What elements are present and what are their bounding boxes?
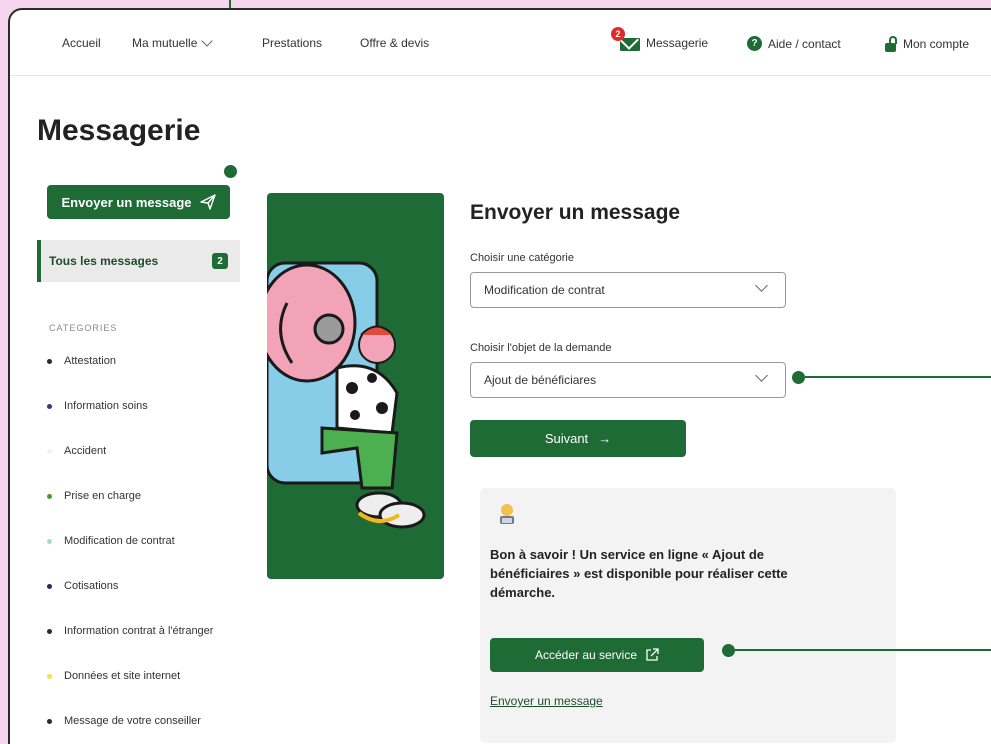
mail-icon: 2 [611, 27, 640, 51]
form-title: Envoyer un message [470, 201, 681, 224]
category-label: Modification de contrat [64, 535, 175, 547]
category-label: Attestation [64, 355, 116, 367]
category-label: Choisir une catégorie [470, 252, 574, 264]
nav-ma-mutuelle-label: Ma mutuelle [132, 36, 198, 50]
nav-offre-devis-label: Offre & devis [360, 36, 430, 50]
nav-accueil-label: Accueil [62, 36, 101, 50]
next-button[interactable]: Suivant → [470, 420, 686, 457]
nav-ma-mutuelle[interactable]: Ma mutuelle [132, 35, 214, 50]
category-item[interactable]: Message de votre conseiller [47, 715, 247, 744]
nav-prestations[interactable]: Prestations [262, 36, 322, 50]
categories-heading: CATEGORIES [49, 323, 118, 333]
annotation-marker [792, 371, 805, 384]
nav-mon-compte-label: Mon compte [903, 37, 970, 51]
nav-aide-contact[interactable]: ? Aide / contact [747, 36, 841, 51]
annotation-line [735, 649, 991, 651]
category-label: Accident [64, 445, 107, 457]
nav-offre-devis[interactable]: Offre & devis [360, 36, 429, 50]
category-dot-icon [47, 584, 52, 589]
category-dot-icon [47, 449, 52, 454]
send-message-link[interactable]: Envoyer un message [490, 694, 603, 708]
nav-messagerie-label: Messagerie [646, 36, 709, 50]
category-label: Cotisations [64, 580, 119, 592]
category-item[interactable]: Modification de contrat [47, 535, 247, 580]
category-select-value: Modification de contrat [484, 283, 605, 297]
help-icon: ? [747, 36, 762, 51]
info-card: Bon à savoir ! Un service en ligne « Ajo… [480, 488, 896, 743]
category-dot-icon [47, 674, 52, 679]
category-dot-icon [47, 719, 52, 724]
category-item[interactable]: Prise en charge [47, 490, 247, 535]
chevron-down-icon [755, 369, 768, 382]
category-dot-icon [47, 629, 52, 634]
category-dot-icon [47, 359, 52, 364]
annotation-marker [722, 644, 735, 657]
person-laptop-icon [500, 504, 514, 524]
annotation-line [805, 376, 991, 378]
sidebar: Envoyer un message Tous les messages 2 C… [37, 185, 240, 744]
category-item[interactable]: Information soins [47, 400, 247, 445]
nav-messagerie[interactable]: 2 Messagerie [611, 27, 709, 51]
illustration [267, 193, 444, 579]
nav-prestations-label: Prestations [262, 36, 323, 50]
category-label: Données et site internet [64, 670, 181, 682]
category-select[interactable]: Modification de contrat [470, 272, 786, 308]
category-item[interactable]: Cotisations [47, 580, 247, 625]
arrow-right-icon: → [598, 431, 612, 446]
access-service-button[interactable]: Accéder au service [490, 638, 704, 672]
category-dot-icon [47, 404, 52, 409]
unread-badge: 2 [611, 27, 625, 41]
message-form: Envoyer un message Choisir une catégorie… [470, 195, 810, 457]
category-item[interactable]: Données et site internet [47, 670, 247, 715]
category-label: Prise en charge [64, 490, 142, 502]
category-item[interactable]: Information contrat à l'étranger [47, 625, 247, 670]
external-link-icon [646, 648, 659, 661]
top-navigation: Accueil Ma mutuelle Prestations Offre & … [10, 10, 991, 76]
object-select-value: Ajout de bénéficiares [484, 373, 597, 387]
sidebar-item-all-messages[interactable]: Tous les messages 2 [37, 240, 240, 282]
messages-count-badge: 2 [212, 253, 228, 269]
chevron-down-icon [755, 279, 768, 292]
object-select[interactable]: Ajout de bénéficiares [470, 362, 786, 398]
chevron-down-icon [201, 35, 214, 47]
nav-mon-compte[interactable]: Mon compte [885, 36, 969, 52]
nav-accueil[interactable]: Accueil [62, 36, 101, 50]
object-label: Choisir l'objet de la demande [470, 342, 612, 354]
paper-plane-icon [199, 194, 216, 210]
next-button-label: Suivant [544, 431, 589, 446]
nav-aide-label: Aide / contact [768, 36, 841, 51]
send-message-button[interactable]: Envoyer un message [47, 185, 230, 219]
category-list: Attestation Information soins Accident Pris… [47, 355, 247, 744]
send-message-label: Envoyer un message [61, 194, 192, 210]
annotation-marker [224, 165, 237, 178]
page-title: Messagerie [37, 114, 201, 147]
category-dot-icon [47, 494, 52, 499]
category-label: Message de votre conseiller [64, 715, 201, 727]
access-service-label: Accéder au service [534, 648, 638, 662]
person-illustration [267, 261, 426, 529]
category-label: Information soins [64, 400, 148, 412]
category-item[interactable]: Attestation [47, 355, 247, 400]
category-item[interactable]: Accident [47, 445, 247, 490]
category-dot-icon [47, 539, 52, 544]
category-label: Information contrat à l'étranger [64, 625, 214, 637]
lock-icon [885, 36, 897, 52]
info-text: Bon à savoir ! Un service en ligne « Ajo… [490, 547, 788, 600]
all-messages-label: Tous les messages [49, 254, 159, 268]
